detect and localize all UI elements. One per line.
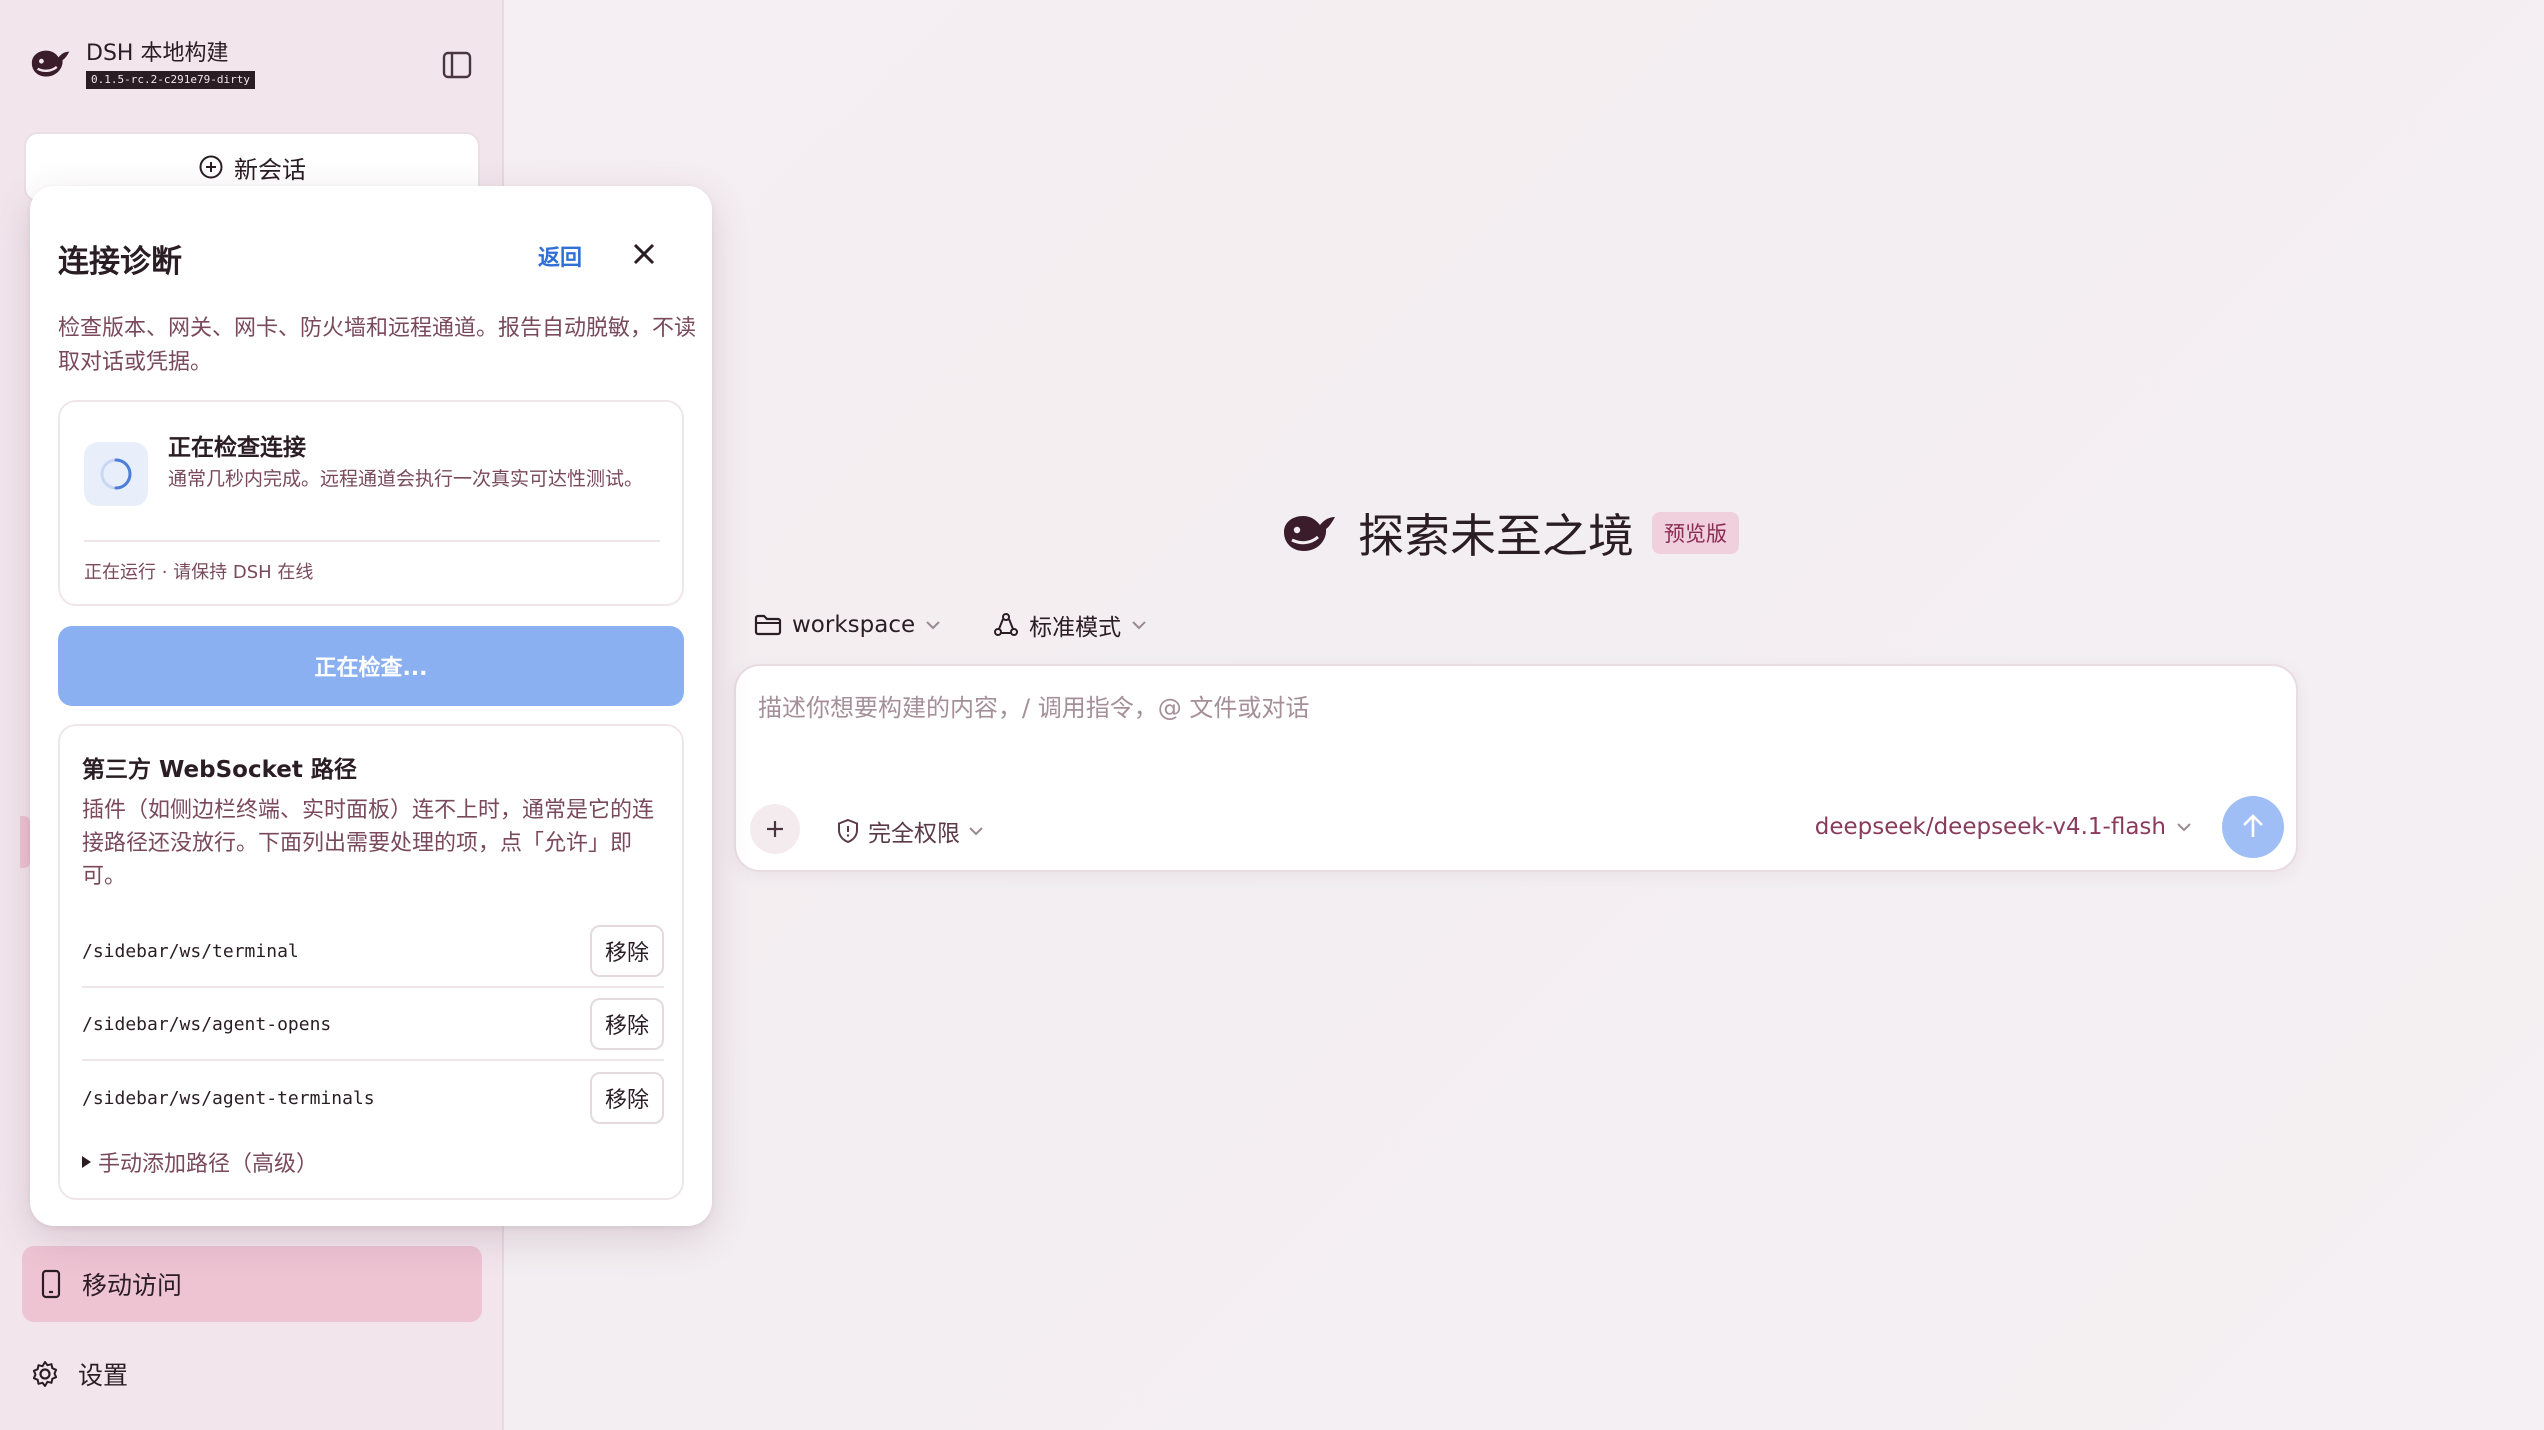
manual-add-toggle[interactable]: 手动添加路径（高级）: [80, 1146, 318, 1178]
preview-badge: 预览版: [1652, 512, 1739, 554]
attach-button[interactable]: [750, 804, 800, 854]
status-title: 正在检查连接: [168, 435, 306, 461]
arrow-up-icon: [2243, 814, 2263, 837]
websocket-title: 第三方 WebSocket 路径: [82, 757, 357, 783]
divider: [84, 540, 660, 542]
manual-add-label: 手动添加路径（高级）: [98, 1152, 319, 1177]
send-button[interactable]: [2222, 796, 2284, 858]
connection-diagnostics-panel: 连接诊断 返回 检查版本、网关、网卡、防火墙和远程通道。报告自动脱敏，不读取对话…: [30, 186, 712, 1226]
remove-button[interactable]: 移除: [590, 1072, 664, 1124]
websocket-path: /sidebar/ws/terminal: [82, 940, 299, 962]
workspace-label: workspace: [792, 612, 916, 638]
active-item-marker: [20, 816, 30, 868]
permission-label: 完全权限: [868, 821, 960, 847]
shield-icon: [838, 818, 858, 844]
chevron-down-icon: [926, 621, 940, 630]
sidebar-toggle-icon[interactable]: [440, 48, 474, 82]
workspace-selector[interactable]: workspace: [754, 608, 941, 642]
whale-logo-icon: [1284, 516, 1335, 551]
hero: 探索未至之境 预览版: [1280, 500, 1739, 566]
spinner: [84, 442, 148, 506]
new-chat-label: 新会话: [234, 155, 306, 184]
mobile-access-label: 移动访问: [82, 1271, 183, 1300]
websocket-description: 插件（如侧边栏终端、实时面板）连不上时，通常是它的连接路径还没放行。下面列出需要…: [82, 798, 655, 889]
triangle-right-icon: [82, 1156, 91, 1168]
panel-title: 连接诊断: [58, 244, 182, 280]
cycle-icon: [994, 613, 1019, 636]
loading-spinner-icon: [100, 458, 132, 490]
model-selector[interactable]: deepseek/deepseek-v4.1-flash: [1815, 814, 2192, 840]
remove-button[interactable]: 移除: [590, 925, 664, 977]
mobile-access-button[interactable]: 移动访问: [22, 1246, 482, 1322]
folder-icon: [754, 614, 782, 636]
permission-selector[interactable]: 完全权限: [836, 814, 984, 848]
chevron-down-icon: [969, 827, 983, 836]
mode-label: 标准模式: [1029, 615, 1122, 641]
websocket-path: /sidebar/ws/agent-terminals: [82, 1087, 375, 1109]
smartphone-icon: [41, 1269, 61, 1299]
websocket-path-row: /sidebar/ws/terminal 移除: [82, 916, 664, 988]
websocket-paths-card: 第三方 WebSocket 路径 插件（如侧边栏终端、实时面板）连不上时，通常是…: [58, 724, 684, 1200]
chevron-down-icon: [2177, 823, 2191, 832]
status-card: 正在检查连接 通常几秒内完成。远程通道会执行一次真实可达性测试。 正在运行 · …: [58, 400, 684, 606]
composer-toolbar: workspace 标准模式: [754, 608, 1147, 642]
websocket-path-row: /sidebar/ws/agent-terminals 移除: [82, 1062, 664, 1134]
prompt-input[interactable]: [758, 694, 2058, 722]
remove-button[interactable]: 移除: [590, 998, 664, 1050]
brand[interactable]: DSH 本地构建 0.1.5-rc.2-c291e79-dirty: [28, 40, 255, 89]
close-icon[interactable]: [628, 238, 660, 270]
settings-button[interactable]: 设置: [30, 1352, 128, 1396]
plus-circle-icon: [199, 155, 223, 179]
panel-description: 检查版本、网关、网卡、防火墙和远程通道。报告自动脱敏，不读取对话或凭据。: [58, 316, 697, 375]
websocket-path-row: /sidebar/ws/agent-opens 移除: [82, 989, 664, 1061]
checking-button[interactable]: 正在检查...: [58, 626, 684, 706]
brand-name: DSH 本地构建: [86, 41, 229, 66]
composer: 完全权限 deepseek/deepseek-v4.1-flash: [734, 664, 2298, 872]
status-description: 通常几秒内完成。远程通道会执行一次真实可达性测试。: [168, 468, 644, 490]
model-label: deepseek/deepseek-v4.1-flash: [1814, 814, 2166, 840]
chevron-down-icon: [1132, 621, 1146, 630]
version-badge: 0.1.5-rc.2-c291e79-dirty: [86, 71, 255, 89]
whale-logo-icon: [31, 50, 70, 76]
settings-label: 设置: [78, 1361, 129, 1390]
back-link[interactable]: 返回: [538, 240, 582, 272]
mode-selector[interactable]: 标准模式: [993, 608, 1147, 642]
hero-title: 探索未至之境: [1358, 509, 1634, 563]
plus-icon: [767, 821, 783, 837]
status-footer: 正在运行 · 请保持 DSH 在线: [84, 562, 314, 583]
websocket-path: /sidebar/ws/agent-opens: [82, 1013, 332, 1035]
gear-icon: [32, 1361, 58, 1387]
